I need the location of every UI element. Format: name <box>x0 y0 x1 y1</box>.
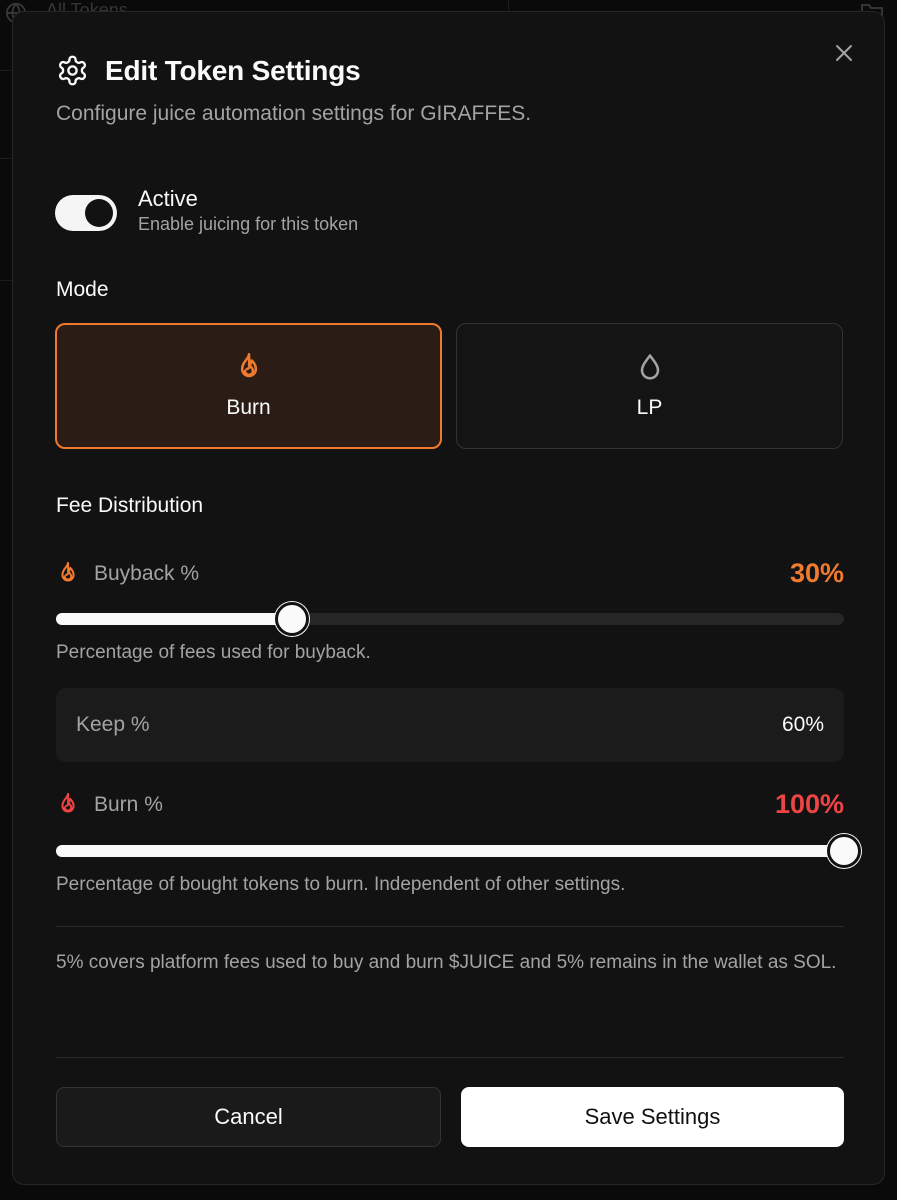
fee-distribution-label: Fee Distribution <box>56 494 204 517</box>
burn-help: Percentage of bought tokens to burn. Ind… <box>56 874 626 895</box>
edit-token-settings-modal: Edit Token Settings Configure juice auto… <box>12 11 885 1185</box>
buyback-name: Buyback % <box>56 561 199 587</box>
footer-divider <box>56 1057 844 1058</box>
modal-header: Edit Token Settings <box>56 54 361 87</box>
flame-icon <box>61 792 75 812</box>
mode-option-label: LP <box>636 396 663 419</box>
burn-slider[interactable] <box>56 834 861 868</box>
mode-option-lp[interactable]: LP <box>456 323 843 449</box>
active-label: Active <box>138 186 198 211</box>
buyback-header: Buyback % 30% <box>56 558 844 589</box>
platform-fee-note: 5% covers platform fees used to buy and … <box>56 952 837 973</box>
cancel-button[interactable]: Cancel <box>56 1087 441 1147</box>
save-settings-button[interactable]: Save Settings <box>461 1087 844 1147</box>
buyback-slider[interactable] <box>56 602 844 636</box>
toggle-knob <box>85 199 113 227</box>
gear-icon <box>58 55 87 86</box>
burn-value: 100% <box>774 789 844 819</box>
modal-title: Edit Token Settings <box>105 54 361 86</box>
keep-label: Keep % <box>76 713 150 736</box>
droplet-icon <box>640 354 659 380</box>
flame-icon <box>240 353 257 378</box>
buyback-slider-fill <box>56 613 293 625</box>
buyback-slider-thumb[interactable] <box>275 602 310 636</box>
modal-subtitle: Configure juice automation settings for … <box>56 102 532 125</box>
buyback-label: Buyback % <box>94 561 200 585</box>
active-toggle[interactable] <box>55 195 117 231</box>
mode-option-burn[interactable]: Burn <box>55 323 442 449</box>
keep-percentage-box: Keep % 60% <box>56 688 844 762</box>
flame-icon <box>61 561 75 581</box>
section-divider <box>56 926 844 927</box>
burn-header: Burn % 100% <box>56 789 844 820</box>
close-button[interactable] <box>833 42 855 64</box>
close-icon <box>836 45 852 61</box>
backdrop-line <box>0 158 12 159</box>
burn-slider-thumb[interactable] <box>827 834 861 868</box>
mode-option-label: Burn <box>226 396 271 419</box>
burn-label: Burn % <box>94 792 163 816</box>
keep-value: 60% <box>781 713 824 736</box>
burn-name: Burn % <box>56 792 163 818</box>
active-description: Enable juicing for this token <box>138 214 359 234</box>
buyback-help: Percentage of fees used for buyback. <box>56 642 371 663</box>
buyback-value: 30% <box>789 558 844 588</box>
backdrop-line <box>0 70 12 71</box>
backdrop-line <box>0 280 12 281</box>
mode-section-label: Mode <box>56 278 109 301</box>
burn-slider-fill <box>56 845 844 857</box>
